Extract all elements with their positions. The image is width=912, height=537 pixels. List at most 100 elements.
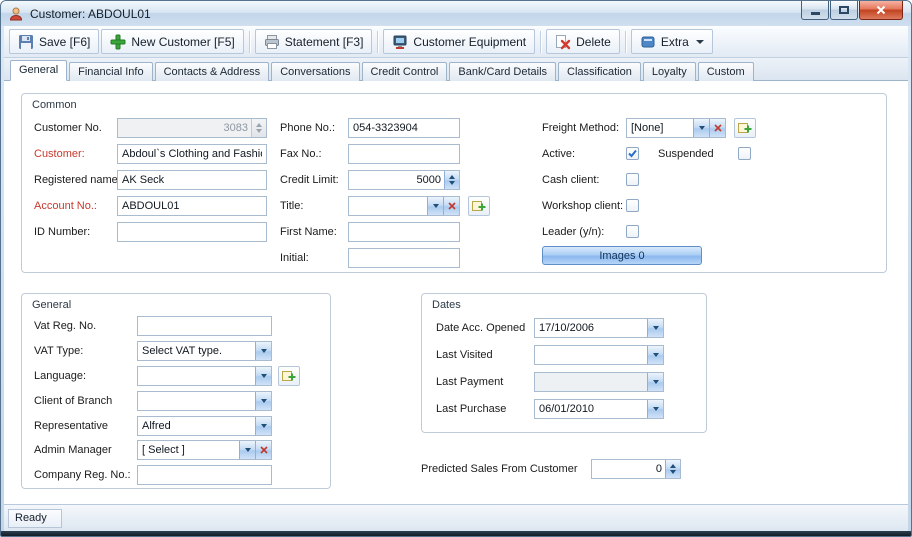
title-clear-button[interactable] — [443, 197, 459, 215]
title-bar[interactable]: Customer: ABDOUL01 — [1, 1, 911, 26]
customer-no-field: 3083 — [117, 118, 267, 138]
toolbar: Save [F6] New Customer [F5] Statement [F… — [4, 26, 908, 58]
vat-reg-no-input[interactable] — [137, 316, 272, 336]
client-of-branch-combobox[interactable] — [137, 391, 272, 411]
admin-manager-combobox[interactable]: [ Select ] — [137, 440, 272, 460]
close-button[interactable] — [859, 1, 903, 20]
new-customer-label: New Customer [F5] — [131, 34, 235, 49]
save-button[interactable]: Save [F6] — [9, 29, 100, 54]
fax-input[interactable] — [348, 144, 460, 164]
statement-button[interactable]: Statement [F3] — [254, 29, 373, 54]
account-no-label: Account No.: — [34, 200, 97, 212]
title-dropdown-button[interactable] — [427, 197, 443, 215]
last-payment-dropdown-button[interactable] — [647, 373, 663, 391]
language-value — [138, 367, 255, 385]
language-combobox[interactable] — [137, 366, 272, 386]
last-purchase-label: Last Purchase — [436, 403, 507, 415]
extra-button[interactable]: Extra — [630, 29, 713, 54]
toolbar-separator — [377, 30, 379, 53]
cash-client-label: Cash client: — [542, 174, 600, 186]
common-group-title: Common — [32, 99, 77, 111]
registered-name-input[interactable] — [117, 170, 267, 190]
predicted-sales-spinner[interactable]: 0 — [591, 459, 681, 479]
last-visited-picker[interactable] — [534, 345, 664, 365]
images-button[interactable]: Images 0 — [542, 246, 702, 265]
chevron-down-icon — [432, 204, 439, 208]
freight-add-button[interactable] — [734, 118, 756, 138]
tab-classification[interactable]: Classification — [558, 62, 641, 81]
title-combobox[interactable] — [348, 196, 460, 216]
tab-financial-info[interactable]: Financial Info — [69, 62, 153, 81]
customer-equipment-label: Customer Equipment — [413, 34, 527, 49]
language-add-button[interactable] — [278, 366, 300, 386]
active-checkbox[interactable] — [626, 147, 639, 160]
status-ready: Ready — [8, 508, 62, 528]
admin-manager-dropdown-button[interactable] — [239, 441, 255, 459]
client-of-branch-dropdown-button[interactable] — [255, 392, 271, 410]
leader-label: Leader (y/n): — [542, 226, 605, 238]
tab-conversations[interactable]: Conversations — [271, 62, 360, 81]
general-group-title: General — [32, 299, 72, 311]
freight-clear-button[interactable] — [709, 119, 725, 137]
date-acc-opened-dropdown-button[interactable] — [647, 319, 663, 337]
vat-type-dropdown-button[interactable] — [255, 342, 271, 360]
leader-checkbox[interactable] — [626, 225, 639, 238]
tab-loyalty[interactable]: Loyalty — [642, 62, 696, 81]
freight-dropdown-button[interactable] — [693, 119, 709, 137]
date-acc-opened-value: 17/10/2006 — [539, 322, 595, 334]
credit-limit-spinner[interactable]: 5000 — [348, 170, 460, 190]
representative-dropdown-button[interactable] — [255, 417, 271, 435]
chevron-down-icon — [260, 349, 267, 353]
chevron-down-icon — [652, 380, 659, 384]
workshop-client-checkbox[interactable] — [626, 199, 639, 212]
freight-method-label: Freight Method: — [542, 122, 620, 134]
admin-manager-value: [ Select ] — [142, 444, 185, 456]
maximize-button[interactable] — [830, 1, 858, 20]
tab-custom[interactable]: Custom — [697, 62, 754, 81]
customer-no-value: 3083 — [223, 122, 248, 134]
date-acc-opened-picker[interactable]: 17/10/2006 — [534, 318, 664, 338]
last-purchase-dropdown-button[interactable] — [647, 400, 663, 418]
customer-input[interactable] — [117, 144, 267, 164]
chevron-down-icon — [244, 448, 251, 452]
customer-equipment-button[interactable]: Customer Equipment — [383, 29, 536, 54]
id-number-input[interactable] — [117, 222, 267, 242]
cash-client-checkbox[interactable] — [626, 173, 639, 186]
credit-limit-spin-buttons[interactable] — [444, 171, 459, 189]
toolbar-separator — [540, 30, 542, 53]
account-no-input[interactable] — [117, 196, 267, 216]
new-customer-button[interactable]: New Customer [F5] — [101, 29, 244, 54]
predicted-sales-spin-buttons[interactable] — [665, 460, 680, 478]
dates-group-title: Dates — [432, 299, 461, 311]
delete-button[interactable]: Delete — [546, 29, 620, 54]
common-group: Common Customer No. 3083 Customer: Regis… — [21, 93, 887, 273]
freight-method-combobox[interactable]: [None] — [626, 118, 726, 138]
tab-contacts-address[interactable]: Contacts & Address — [154, 62, 270, 81]
chevron-down-icon — [260, 424, 267, 428]
chevron-down-icon — [695, 39, 704, 44]
company-reg-no-input[interactable] — [137, 465, 272, 485]
first-name-label: First Name: — [280, 226, 337, 238]
suspended-label: Suspended — [658, 148, 714, 160]
last-payment-picker — [534, 372, 664, 392]
representative-combobox[interactable]: Alfred — [137, 416, 272, 436]
vat-type-combobox[interactable]: Select VAT type. — [137, 341, 272, 361]
minimize-button[interactable] — [801, 1, 829, 20]
tab-general[interactable]: General — [10, 60, 68, 81]
last-payment-value — [535, 373, 647, 391]
title-add-button[interactable] — [468, 196, 490, 216]
clear-x-icon — [447, 202, 456, 210]
suspended-checkbox[interactable] — [738, 147, 751, 160]
last-visited-dropdown-button[interactable] — [647, 346, 663, 364]
last-purchase-value: 06/01/2010 — [539, 403, 595, 415]
last-purchase-picker[interactable]: 06/01/2010 — [534, 399, 664, 419]
phone-input[interactable] — [348, 118, 460, 138]
language-dropdown-button[interactable] — [255, 367, 271, 385]
app-icon — [9, 7, 23, 20]
spin-up-icon — [256, 123, 262, 127]
initial-input[interactable] — [348, 248, 460, 268]
tab-bank-card-details[interactable]: Bank/Card Details — [449, 62, 557, 81]
admin-manager-clear-button[interactable] — [255, 441, 271, 459]
first-name-input[interactable] — [348, 222, 460, 242]
tab-credit-control[interactable]: Credit Control — [361, 62, 448, 81]
